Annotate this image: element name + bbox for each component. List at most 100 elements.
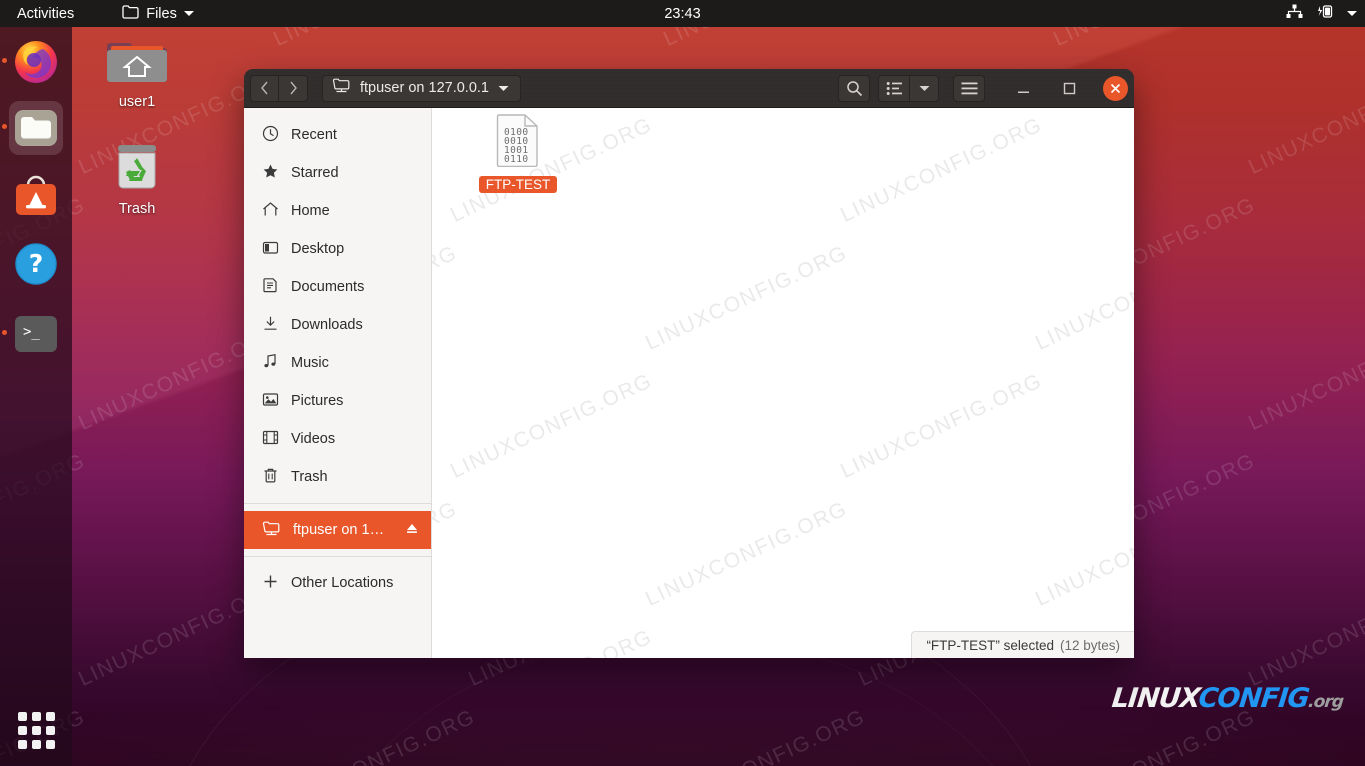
sidebar-item-music[interactable]: Music	[244, 344, 431, 382]
svg-text:>_: >_	[23, 324, 40, 340]
watermark-text: LINUXCONFIG.ORG	[642, 241, 851, 355]
files-window: ftpuser on 127.0.0.1 Recent Starred Home…	[244, 69, 1134, 658]
sidebar-item-label: Pictures	[291, 393, 344, 409]
minimize-button[interactable]	[1009, 74, 1037, 102]
ubuntu-software-icon	[16, 175, 56, 215]
watermark-text: LINUXCONFIG.ORG	[432, 497, 461, 611]
sidebar-item-label: Music	[291, 355, 329, 371]
back-button[interactable]	[250, 74, 279, 102]
menu-button[interactable]	[953, 74, 985, 102]
dock-item-terminal[interactable]: >_	[9, 307, 63, 361]
logo-part-3: .org	[1306, 692, 1344, 712]
sidebar-item-downloads[interactable]: Downloads	[244, 306, 431, 344]
dock-item-ubuntu-software[interactable]	[9, 169, 63, 223]
file-list-area[interactable]: LINUXCONFIG.ORG LINUXCONFIG.ORG LINUXCONFI…	[432, 108, 1134, 658]
trash-icon	[89, 140, 185, 196]
dock: ? >_	[0, 27, 72, 766]
chevron-right-icon	[289, 81, 297, 95]
eject-icon[interactable]	[405, 521, 419, 539]
logo-part-2: CONFIG	[1196, 683, 1310, 714]
show-applications-button[interactable]	[12, 706, 60, 754]
chevron-down-icon	[919, 85, 929, 91]
home-folder-icon	[89, 35, 185, 89]
window-titlebar: ftpuser on 127.0.0.1	[244, 69, 1134, 108]
navigation-buttons	[250, 74, 308, 102]
chevron-left-icon	[261, 81, 268, 95]
sidebar-item-label: Desktop	[291, 241, 345, 257]
grid-cell	[31, 725, 41, 735]
path-button[interactable]: ftpuser on 127.0.0.1	[322, 74, 521, 102]
window-body: Recent Starred Home Desktop Documents Do…	[244, 108, 1134, 658]
sidebar-item-label: Home	[291, 203, 330, 219]
desktop-icon-home-folder[interactable]: user1	[89, 35, 185, 110]
clock-icon	[262, 125, 279, 146]
sidebar-item-trash[interactable]: Trash	[244, 458, 431, 496]
home-icon	[262, 201, 279, 222]
remote-folder-icon	[332, 78, 351, 98]
watermark-text: LINUXCONFIG.ORG	[1032, 497, 1134, 611]
trash-icon	[262, 467, 279, 488]
terminal-icon: >_	[15, 316, 57, 352]
dock-item-files[interactable]	[9, 101, 63, 155]
desktop-icon-label: user1	[118, 94, 156, 110]
linuxconfig-logo: LINUXCONFIG.org	[1110, 683, 1345, 714]
sidebar-item-label: ftpuser on 1…	[293, 522, 385, 538]
dock-item-help[interactable]: ?	[9, 237, 63, 291]
remote-folder-icon	[262, 520, 281, 541]
battery-charging-icon	[1316, 4, 1334, 23]
sidebar-item-other-locations[interactable]: Other Locations	[244, 564, 431, 602]
watermark-text: LINUXCONFIG.ORG	[447, 369, 656, 483]
desktop-icon-trash[interactable]: Trash	[89, 140, 185, 217]
sidebar-item-recent[interactable]: Recent	[244, 116, 431, 154]
watermark-text: LINUXCONFIG.ORG	[1032, 241, 1134, 355]
logo-part-1: LINUX	[1110, 683, 1200, 714]
sidebar-item-label: Downloads	[291, 317, 363, 333]
forward-button[interactable]	[279, 74, 308, 102]
maximize-icon	[1063, 82, 1075, 94]
clock[interactable]: 23:43	[0, 6, 1365, 22]
svg-text:0110: 0110	[504, 154, 528, 165]
path-label: ftpuser on 127.0.0.1	[360, 80, 489, 96]
download-icon	[262, 315, 279, 336]
sidebar-item-starred[interactable]: Starred	[244, 154, 431, 192]
top-bar: Activities Files 23:43	[0, 0, 1365, 27]
sidebar-item-ftpuser-mount[interactable]: ftpuser on 1…	[244, 511, 431, 549]
video-icon	[262, 429, 279, 450]
view-options-button[interactable]	[910, 74, 939, 102]
sidebar-item-desktop[interactable]: Desktop	[244, 230, 431, 268]
sidebar-item-label: Trash	[291, 469, 328, 485]
grid-cell	[31, 711, 41, 721]
file-item-ftp-test[interactable]: 0100 0010 1001 0110 FTP-TEST	[470, 113, 566, 194]
watermark-text: LINUXCONFIG.ORG	[642, 497, 851, 611]
music-icon	[262, 353, 279, 374]
sidebar-item-documents[interactable]: Documents	[244, 268, 431, 306]
sidebar-item-label: Recent	[291, 127, 337, 143]
watermark-text: LINUXCONFIG.ORG	[447, 625, 656, 658]
watermark-text: LINUXCONFIG.ORG	[432, 241, 461, 355]
view-mode-button[interactable]	[878, 74, 910, 102]
dock-running-indicator	[2, 58, 7, 63]
list-view-icon	[886, 81, 902, 95]
sidebar-item-videos[interactable]: Videos	[244, 420, 431, 458]
search-button[interactable]	[838, 74, 870, 102]
sidebar: Recent Starred Home Desktop Documents Do…	[244, 108, 432, 658]
maximize-button[interactable]	[1055, 74, 1083, 102]
sidebar-item-home[interactable]: Home	[244, 192, 431, 230]
status-size: (12 bytes)	[1059, 637, 1120, 653]
close-button[interactable]	[1103, 75, 1128, 101]
chevron-down-icon	[498, 80, 509, 96]
plus-icon	[262, 573, 279, 594]
watermark-text: LINUXCONFIG.ORG	[837, 369, 1046, 483]
grid-cell	[17, 739, 27, 749]
hamburger-menu-icon	[961, 82, 977, 94]
sidebar-item-label: Starred	[291, 165, 339, 181]
grid-cell	[45, 711, 55, 721]
system-tray[interactable]	[1286, 4, 1357, 23]
sidebar-item-pictures[interactable]: Pictures	[244, 382, 431, 420]
grid-cell	[17, 711, 27, 721]
sidebar-item-label: Documents	[291, 279, 365, 295]
dock-item-firefox[interactable]	[9, 35, 63, 89]
sidebar-divider	[244, 503, 431, 504]
search-icon	[846, 80, 862, 96]
binary-file-icon: 0100 0010 1001 0110	[495, 114, 541, 171]
